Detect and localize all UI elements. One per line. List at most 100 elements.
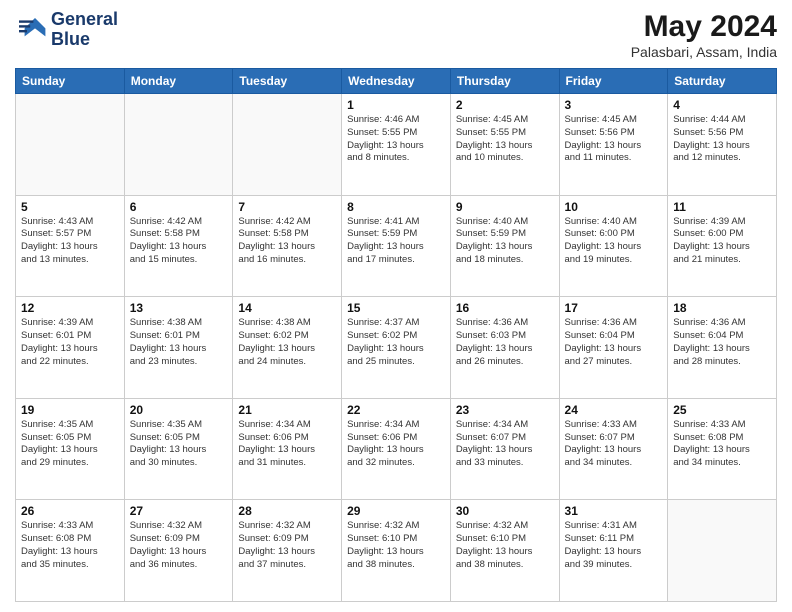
day-info: Sunrise: 4:33 AM Sunset: 6:08 PM Dayligh… [673,419,771,470]
day-info: Sunrise: 4:33 AM Sunset: 6:08 PM Dayligh… [21,520,119,571]
day-cell: 1 Sunrise: 4:46 AM Sunset: 5:55 PM Daylig… [342,94,451,196]
day-info: Sunrise: 4:46 AM Sunset: 5:55 PM Dayligh… [347,114,445,165]
header-wednesday: Wednesday [342,69,451,94]
day-number: 1 [347,98,445,112]
day-cell: 25 Sunrise: 4:33 AM Sunset: 6:08 PM Dayli… [668,398,777,500]
day-cell [668,500,777,602]
month-title: May 2024 [631,10,777,44]
day-cell [124,94,233,196]
day-number: 16 [456,301,554,315]
day-cell: 16Sunrise: 4:36 AM Sunset: 6:03 PM Dayli… [450,297,559,399]
day-cell: 4 Sunrise: 4:44 AM Sunset: 5:56 PM Daylig… [668,94,777,196]
day-number: 28 [238,504,336,518]
logo: General Blue [15,10,118,50]
day-info: Sunrise: 4:32 AM Sunset: 6:10 PM Dayligh… [456,520,554,571]
day-cell: 15Sunrise: 4:37 AM Sunset: 6:02 PM Dayli… [342,297,451,399]
day-cell [16,94,125,196]
day-number: 12 [21,301,119,315]
day-number: 3 [565,98,663,112]
day-number: 7 [238,200,336,214]
day-number: 23 [456,403,554,417]
day-number: 31 [565,504,663,518]
day-number: 15 [347,301,445,315]
header-friday: Friday [559,69,668,94]
calendar-week-3: 12 Sunrise: 4:39 AM Sunset: 6:01 PM Dayli… [16,297,777,399]
day-cell: 19Sunrise: 4:35 AM Sunset: 6:05 PM Dayli… [16,398,125,500]
day-info: Sunrise: 4:45 AM Sunset: 5:55 PM Dayligh… [456,114,554,165]
day-number: 9 [456,200,554,214]
day-info: Sunrise: 4:42 AM Sunset: 5:58 PM Dayligh… [238,216,336,267]
day-info: Sunrise: 4:38 AM Sunset: 6:02 PM Dayligh… [238,317,336,368]
day-number: 4 [673,98,771,112]
day-number: 24 [565,403,663,417]
day-cell: 5 Sunrise: 4:43 AM Sunset: 5:57 PM Daylig… [16,195,125,297]
day-info: Sunrise: 4:33 AM Sunset: 6:07 PM Dayligh… [565,419,663,470]
logo-text: General Blue [51,10,118,50]
day-info: Sunrise: 4:35 AM Sunset: 6:05 PM Dayligh… [130,419,228,470]
day-info: Sunrise: 4:31 AM Sunset: 6:11 PM Dayligh… [565,520,663,571]
day-number: 11 [673,200,771,214]
day-cell: 30 Sunrise: 4:32 AM Sunset: 6:10 PM Dayli… [450,500,559,602]
day-info: Sunrise: 4:44 AM Sunset: 5:56 PM Dayligh… [673,114,771,165]
day-info: Sunrise: 4:42 AM Sunset: 5:58 PM Dayligh… [130,216,228,267]
day-info: Sunrise: 4:36 AM Sunset: 6:04 PM Dayligh… [673,317,771,368]
day-cell: 3Sunrise: 4:45 AM Sunset: 5:56 PM Daylig… [559,94,668,196]
logo-icon [15,14,47,46]
day-cell: 17 Sunrise: 4:36 AM Sunset: 6:04 PM Dayli… [559,297,668,399]
day-cell: 13 Sunrise: 4:38 AM Sunset: 6:01 PM Dayli… [124,297,233,399]
day-info: Sunrise: 4:34 AM Sunset: 6:06 PM Dayligh… [347,419,445,470]
logo-line1: General [51,10,118,30]
calendar-body: 1 Sunrise: 4:46 AM Sunset: 5:55 PM Daylig… [16,94,777,602]
day-cell [233,94,342,196]
calendar-week-4: 19 Sunrise: 4:35 AM Sunset: 6:05 PM Dayli… [16,398,777,500]
header-thursday: Thursday [450,69,559,94]
day-cell: 26Sunrise: 4:33 AM Sunset: 6:08 PM Dayli… [16,500,125,602]
header: General Blue May 2024 Palasbari, Assam, … [15,10,777,60]
day-number: 30 [456,504,554,518]
day-info: Sunrise: 4:38 AM Sunset: 6:01 PM Dayligh… [130,317,228,368]
day-number: 2 [456,98,554,112]
day-cell: 22 Sunrise: 4:34 AM Sunset: 6:06 PM Dayli… [342,398,451,500]
day-info: Sunrise: 4:34 AM Sunset: 6:06 PM Dayligh… [238,419,336,470]
day-info: Sunrise: 4:34 AM Sunset: 6:07 PM Dayligh… [456,419,554,470]
calendar-table: Sunday Monday Tuesday Wednesday Thursday… [15,68,777,602]
title-area: May 2024 Palasbari, Assam, India [631,10,777,60]
day-number: 6 [130,200,228,214]
day-cell: 20 Sunrise: 4:35 AM Sunset: 6:05 PM Dayli… [124,398,233,500]
day-info: Sunrise: 4:32 AM Sunset: 6:09 PM Dayligh… [130,520,228,571]
day-cell: 8Sunrise: 4:41 AM Sunset: 5:59 PM Daylig… [342,195,451,297]
day-number: 14 [238,301,336,315]
day-cell: 23 Sunrise: 4:34 AM Sunset: 6:07 PM Dayli… [450,398,559,500]
day-number: 27 [130,504,228,518]
day-info: Sunrise: 4:39 AM Sunset: 6:01 PM Dayligh… [21,317,119,368]
day-info: Sunrise: 4:40 AM Sunset: 5:59 PM Dayligh… [456,216,554,267]
day-number: 25 [673,403,771,417]
day-number: 5 [21,200,119,214]
day-number: 13 [130,301,228,315]
day-info: Sunrise: 4:36 AM Sunset: 6:04 PM Dayligh… [565,317,663,368]
day-info: Sunrise: 4:32 AM Sunset: 6:10 PM Dayligh… [347,520,445,571]
day-cell: 10 Sunrise: 4:40 AM Sunset: 6:00 PM Dayli… [559,195,668,297]
day-cell: 18 Sunrise: 4:36 AM Sunset: 6:04 PM Dayli… [668,297,777,399]
day-cell: 31 Sunrise: 4:31 AM Sunset: 6:11 PM Dayli… [559,500,668,602]
calendar-week-1: 1 Sunrise: 4:46 AM Sunset: 5:55 PM Daylig… [16,94,777,196]
day-cell: 7 Sunrise: 4:42 AM Sunset: 5:58 PM Daylig… [233,195,342,297]
day-cell: 11 Sunrise: 4:39 AM Sunset: 6:00 PM Dayli… [668,195,777,297]
header-tuesday: Tuesday [233,69,342,94]
day-number: 21 [238,403,336,417]
day-number: 19 [21,403,119,417]
header-sunday: Sunday [16,69,125,94]
header-saturday: Saturday [668,69,777,94]
day-number: 29 [347,504,445,518]
day-number: 17 [565,301,663,315]
day-number: 10 [565,200,663,214]
day-info: Sunrise: 4:32 AM Sunset: 6:09 PM Dayligh… [238,520,336,571]
day-number: 18 [673,301,771,315]
day-info: Sunrise: 4:40 AM Sunset: 6:00 PM Dayligh… [565,216,663,267]
day-info: Sunrise: 4:43 AM Sunset: 5:57 PM Dayligh… [21,216,119,267]
day-number: 22 [347,403,445,417]
header-row: Sunday Monday Tuesday Wednesday Thursday… [16,69,777,94]
header-monday: Monday [124,69,233,94]
day-info: Sunrise: 4:39 AM Sunset: 6:00 PM Dayligh… [673,216,771,267]
day-number: 20 [130,403,228,417]
